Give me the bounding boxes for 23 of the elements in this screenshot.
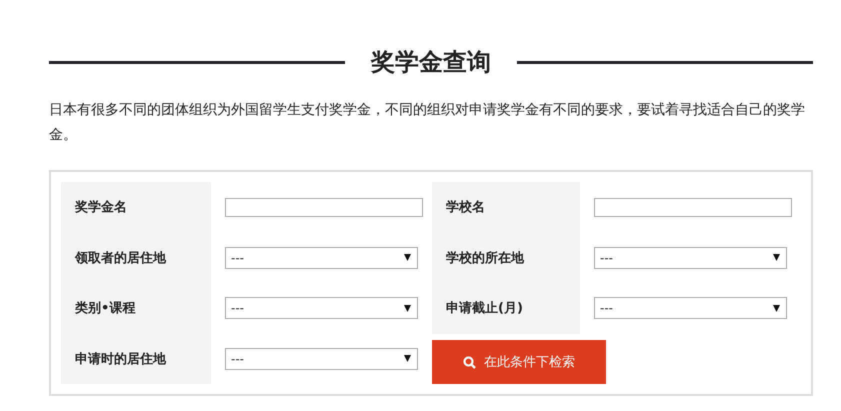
caret-icon xyxy=(404,254,411,262)
dropdown-field[interactable]: --- xyxy=(594,246,787,269)
field-label: 申请截止(月) xyxy=(446,300,523,318)
text-field[interactable] xyxy=(225,198,423,217)
field-label: 学校的所在地 xyxy=(446,250,524,267)
caret-icon xyxy=(773,304,780,312)
search-button[interactable]: 在此条件下检索 xyxy=(432,340,606,384)
dropdown-field[interactable]: --- xyxy=(594,297,787,320)
search-icon xyxy=(463,356,476,368)
field-label: 申请时的居住地 xyxy=(75,350,166,368)
section-title: 奖学金查询 xyxy=(371,47,491,78)
dropdown-field[interactable]: --- xyxy=(225,348,418,370)
field-label: 学校名 xyxy=(446,199,485,216)
field-label: 领取者的居住地 xyxy=(75,250,166,267)
dropdown-field[interactable]: --- xyxy=(225,246,418,269)
caret-icon xyxy=(404,355,411,362)
dropdown-field[interactable]: --- xyxy=(225,297,418,320)
caret-icon xyxy=(404,304,411,312)
caret-icon xyxy=(773,254,780,262)
field-label: 类别•课程 xyxy=(75,300,136,318)
field-label: 奖学金名 xyxy=(75,199,127,216)
intro-text: 日本有很多不同的团体组织为外国留学生支付奖学金，不同的组织对申请奖学金有不同的要求，要试着寻找适合自己的奖学金。 xyxy=(49,101,806,145)
text-field[interactable] xyxy=(594,198,792,217)
